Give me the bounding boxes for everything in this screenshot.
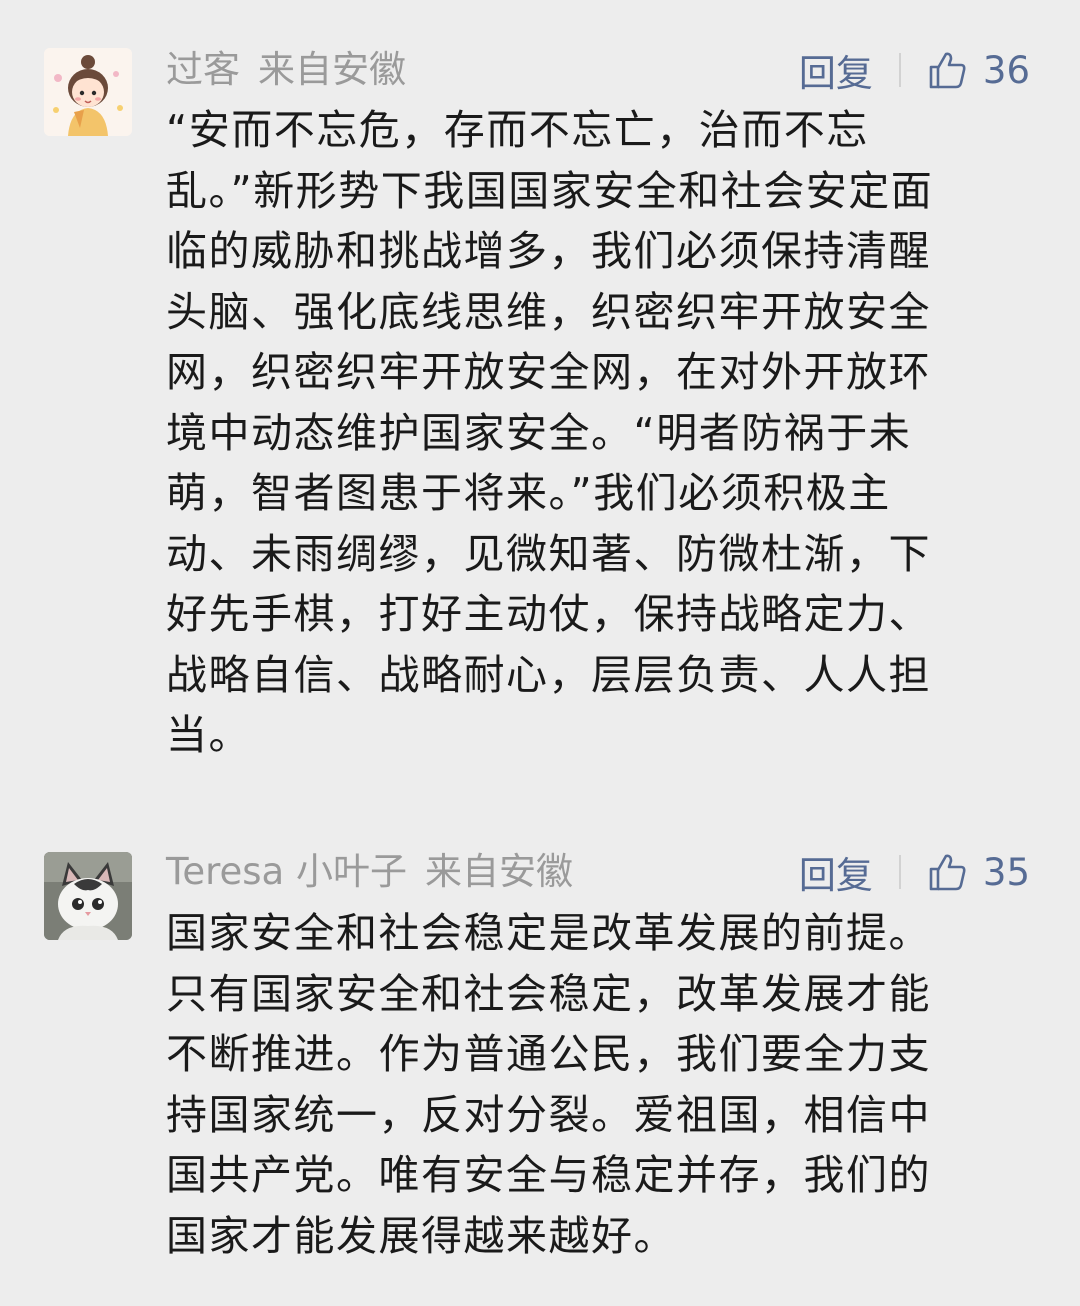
like-count: 36 [982, 48, 1030, 92]
username[interactable]: Teresa 小叶子 [166, 850, 407, 893]
cartoon-cat-avatar-icon [44, 852, 132, 940]
reply-button[interactable]: 回复 [799, 845, 873, 899]
like-button[interactable]: 35 [927, 851, 1030, 894]
like-button[interactable]: 36 [927, 49, 1030, 92]
location-label: 来自安徽 [258, 48, 406, 91]
like-count: 35 [982, 850, 1030, 894]
reply-button[interactable]: 回复 [799, 43, 873, 97]
divider [898, 855, 901, 889]
comment-text: 国家安全和社会稳定是改革发展的前提。 只有国家安全和社会稳定，改革发展才能 不断… [166, 909, 931, 1260]
thumbs-up-icon [929, 52, 966, 89]
comment-text: “安而不忘危，存而不忘亡，治而不忘 乱。”新形势下我国国家安全和社会安定面 临的… [166, 106, 934, 759]
avatar[interactable] [44, 48, 132, 136]
avatar[interactable] [44, 852, 132, 940]
comment-actions: 回复 35 [799, 842, 1030, 902]
comment-meta: 过客 来自安徽 [166, 40, 406, 100]
location-label: 来自安徽 [424, 850, 573, 893]
thumbs-up-icon [929, 854, 966, 891]
cartoon-girl-avatar-icon [44, 48, 132, 136]
username[interactable]: 过客 [166, 48, 240, 91]
comment-meta: Teresa 小叶子 来自安徽 [166, 842, 573, 902]
comment-actions: 回复 36 [799, 40, 1030, 100]
divider [898, 53, 901, 87]
